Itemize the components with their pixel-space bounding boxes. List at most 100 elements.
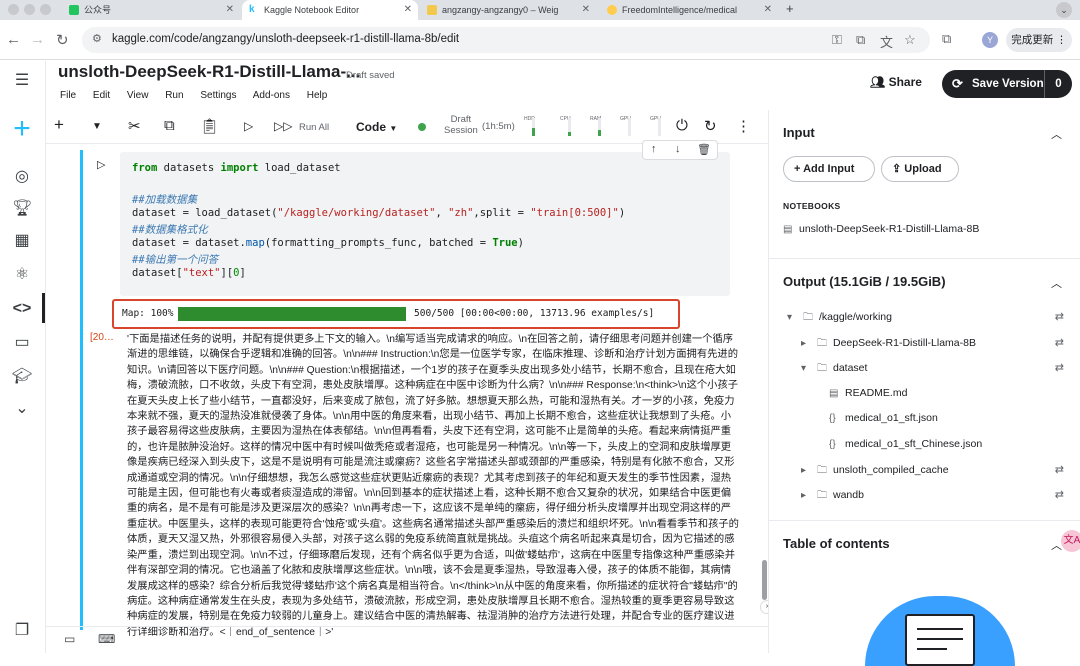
more-icon[interactable]: ⌄ xyxy=(12,399,32,419)
folder-icon: 🗀 xyxy=(817,465,827,476)
collapse-chevron-icon[interactable]: ︿ xyxy=(1051,275,1062,291)
window-maximize-dot[interactable] xyxy=(40,4,51,15)
close-icon[interactable]: ✕ xyxy=(404,0,412,20)
tree-folder-unsloth-cache[interactable]: ▸ 🗀 unsloth_compiled_cache xyxy=(801,463,949,480)
output-prompt: [20… xyxy=(90,332,114,343)
session-label[interactable]: Draft Session xyxy=(444,114,478,136)
site-settings-icon[interactable]: ⚙ xyxy=(92,32,102,45)
browser-tab-gongzhonghao[interactable]: 公众号 ✕ xyxy=(62,0,240,20)
url-field[interactable]: ⚙ kaggle.com/code/angzangy/unsloth-deeps… xyxy=(82,27,930,53)
browser-tab-wandb[interactable]: angzangy-angzangy0 – Weig ✕ xyxy=(420,0,596,20)
learn-icon[interactable]: 🎓︎ xyxy=(12,367,32,387)
tree-file-readme[interactable]: ▤ README.md xyxy=(829,387,907,399)
browser-tab-huggingface[interactable]: FreedomIntelligence/medical ✕ xyxy=(600,0,778,20)
extensions-icon[interactable]: ⧉ xyxy=(942,31,951,47)
run-all-button[interactable]: Run All xyxy=(299,122,329,133)
tree-root-kaggle-working[interactable]: ▾ 🗀 /kaggle/working xyxy=(787,310,892,327)
input-section-title: Input xyxy=(783,125,815,140)
profile-avatar[interactable]: Y xyxy=(982,32,998,48)
restart-icon[interactable]: ↻ xyxy=(704,117,717,135)
power-icon[interactable]: ⏻ xyxy=(676,117,688,134)
sync-icon[interactable]: ⇄ xyxy=(1055,310,1064,323)
run-cell-icon[interactable]: ▷ xyxy=(244,119,253,133)
open-external-icon[interactable]: ⧉ xyxy=(856,32,865,48)
forward-arrow-icon[interactable]: → xyxy=(30,31,45,48)
collapse-chevron-icon[interactable]: ︿ xyxy=(1051,126,1062,142)
cell-type-select[interactable]: Code ▼ xyxy=(356,120,397,134)
back-arrow-icon[interactable]: ← xyxy=(6,31,21,48)
upload-button[interactable]: ⇪ Upload xyxy=(881,156,959,182)
version-count[interactable]: 0 xyxy=(1044,70,1072,98)
table-icon[interactable]: ▦ xyxy=(12,231,32,251)
save-version-button[interactable]: ⟳ Save Version 0 xyxy=(942,70,1072,98)
meter-gpu-1[interactable]: GPU xyxy=(620,116,632,138)
active-cell-indicator xyxy=(80,150,83,630)
window-close-dot[interactable] xyxy=(8,4,19,15)
menu-settings[interactable]: Settings xyxy=(200,90,236,101)
meter-gpu-2[interactable]: GPU xyxy=(650,116,662,138)
sync-icon[interactable]: ⇄ xyxy=(1055,361,1064,374)
hamburger-menu-icon[interactable]: ☰ xyxy=(12,71,32,91)
notebook-title[interactable]: unsloth-DeepSeek-R1-Distill-Llama-... xyxy=(58,62,360,82)
tree-file-medical-sft[interactable]: {} medical_o1_sft.json xyxy=(829,412,938,424)
close-icon[interactable]: ✕ xyxy=(226,0,234,20)
menu-help[interactable]: Help xyxy=(307,90,328,101)
meter-label: HDD xyxy=(524,116,535,122)
notifications-icon[interactable]: ❐ xyxy=(12,621,32,641)
run-all-icon[interactable]: ▷▷ xyxy=(274,119,292,133)
menu-view[interactable]: View xyxy=(127,90,149,101)
delete-trash-icon[interactable]: 🗑︎ xyxy=(697,143,711,156)
share-button[interactable]: 👥︎ Share xyxy=(870,75,922,89)
console-icon[interactable]: ▭ xyxy=(64,632,75,646)
browser-tab-kaggle[interactable]: k Kaggle Notebook Editor ✕ xyxy=(242,0,418,20)
tree-folder-wandb[interactable]: ▸ 🗀 wandb xyxy=(801,488,864,505)
close-icon[interactable]: ✕ xyxy=(582,0,590,20)
add-cell-dropdown-icon[interactable]: ▼ xyxy=(92,121,102,132)
scrollbar-thumb[interactable] xyxy=(762,560,767,600)
update-browser-button[interactable]: 完成更新 ⋮ xyxy=(1006,28,1072,52)
tab-search-chevron-icon[interactable]: ⌄ xyxy=(1056,2,1072,18)
bookmark-star-icon[interactable]: ☆ xyxy=(904,32,916,48)
json-icon: {} xyxy=(829,413,836,424)
tree-file-medical-sft-chinese[interactable]: {} medical_o1_sft_Chinese.json xyxy=(829,438,982,450)
models-icon[interactable]: ⚛ xyxy=(12,265,32,285)
menu-file[interactable]: File xyxy=(60,90,76,101)
more-vertical-icon[interactable]: ⋮ xyxy=(736,117,751,135)
discussion-icon[interactable]: ▭ xyxy=(12,333,32,353)
sync-icon[interactable]: ⇄ xyxy=(1055,488,1064,501)
meter-cpu[interactable]: CPU xyxy=(560,116,572,138)
close-icon[interactable]: ✕ xyxy=(764,0,772,20)
sync-icon[interactable]: ⇄ xyxy=(1055,463,1064,476)
add-input-button[interactable]: + Add Input xyxy=(783,156,875,182)
keyboard-icon[interactable]: ⌨ xyxy=(98,632,115,646)
tree-folder-dataset[interactable]: ▾ 🗀 dataset xyxy=(801,361,867,378)
menu-add-ons[interactable]: Add-ons xyxy=(253,90,290,101)
new-tab-plus-icon[interactable]: + xyxy=(786,1,794,16)
tree-label: /kaggle/working xyxy=(819,311,892,323)
move-up-arrow-icon[interactable]: ↑ xyxy=(651,143,657,155)
active-indicator xyxy=(42,293,45,323)
window-minimize-dot[interactable] xyxy=(24,4,35,15)
sync-icon[interactable]: ⇄ xyxy=(1055,336,1064,349)
meter-ram[interactable]: RAM xyxy=(590,116,602,138)
translate-helper-icon[interactable]: 文A xyxy=(1061,530,1080,552)
menu-edit[interactable]: Edit xyxy=(93,90,110,101)
notebook-input-item[interactable]: ▤ unsloth-DeepSeek-R1-Distill-Llama-8B xyxy=(783,223,979,235)
code-editor[interactable]: from datasets import load_dataset ##加载数据… xyxy=(120,152,730,296)
add-cell-plus-icon[interactable]: + xyxy=(54,115,64,135)
menu-run[interactable]: Run xyxy=(165,90,183,101)
compass-icon[interactable]: ◎ xyxy=(12,167,32,187)
translate-icon[interactable]: 文 xyxy=(880,32,893,51)
reload-icon[interactable]: ↻ xyxy=(56,31,69,49)
trophy-icon[interactable]: 🏆︎ xyxy=(12,199,32,219)
meter-hdd[interactable]: HDD xyxy=(524,116,536,138)
tree-folder-deepseek[interactable]: ▸ 🗀 DeepSeek-R1-Distill-Llama-8B xyxy=(801,336,976,353)
key-icon[interactable]: ⚿ xyxy=(832,32,842,48)
copy-icon[interactable]: ⧉ xyxy=(164,117,175,134)
run-cell-play-icon[interactable]: ▷ xyxy=(97,158,105,171)
create-plus-icon[interactable]: + xyxy=(8,114,36,144)
cut-icon[interactable]: ✂ xyxy=(128,117,141,135)
move-down-arrow-icon[interactable]: ↓ xyxy=(675,143,681,155)
code-icon[interactable]: <> xyxy=(12,299,32,319)
paste-icon[interactable]: 📋︎ xyxy=(200,117,219,135)
